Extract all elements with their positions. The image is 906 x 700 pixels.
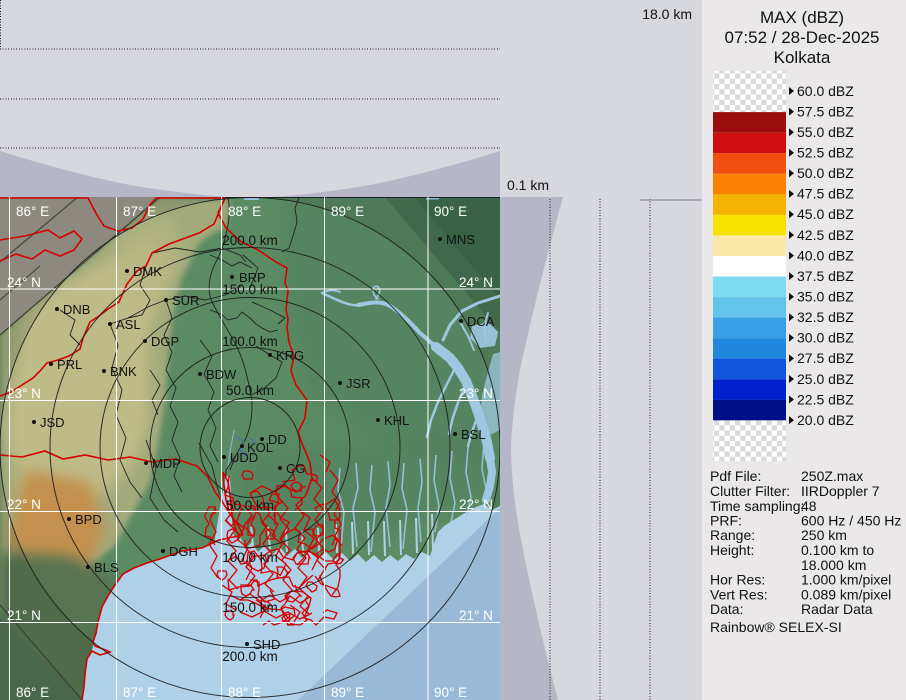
svg-text:DGP: DGP — [151, 334, 179, 349]
svg-text:21° N: 21° N — [459, 608, 493, 623]
svg-text:SUR: SUR — [172, 293, 199, 308]
svg-text:BRP: BRP — [239, 270, 266, 285]
svg-text:BSL: BSL — [461, 427, 486, 442]
svg-text:23° N: 23° N — [459, 386, 493, 401]
svg-text:0.100 km to: 0.100 km to — [801, 542, 874, 558]
svg-text:60.0 dBZ: 60.0 dBZ — [797, 83, 854, 99]
svg-text:86° E: 86° E — [16, 685, 49, 700]
svg-text:KHL: KHL — [384, 413, 409, 428]
svg-text:JSR: JSR — [346, 376, 371, 391]
svg-text:SHD: SHD — [253, 637, 280, 652]
svg-text:MNS: MNS — [446, 232, 475, 247]
svg-text:Height:: Height: — [710, 542, 754, 558]
svg-text:PRL: PRL — [57, 357, 82, 372]
svg-text:52.5 dBZ: 52.5 dBZ — [797, 145, 854, 161]
svg-text:89° E: 89° E — [331, 204, 364, 219]
svg-text:100.0 km: 100.0 km — [222, 550, 278, 565]
svg-text:87° E: 87° E — [123, 204, 156, 219]
svg-text:DNB: DNB — [63, 302, 90, 317]
svg-text:BPD: BPD — [75, 512, 102, 527]
svg-text:22.5 dBZ: 22.5 dBZ — [797, 391, 854, 407]
svg-text:55.0 dBZ: 55.0 dBZ — [797, 124, 854, 140]
svg-text:250Z.max: 250Z.max — [801, 468, 863, 484]
svg-text:20.0 dBZ: 20.0 dBZ — [797, 412, 854, 428]
svg-text:88° E: 88° E — [228, 204, 261, 219]
svg-text:1.000 km/pixel: 1.000 km/pixel — [801, 572, 891, 588]
svg-text:37.5 dBZ: 37.5 dBZ — [797, 268, 854, 284]
svg-text:BDW: BDW — [206, 367, 237, 382]
svg-text:24° N: 24° N — [459, 275, 493, 290]
svg-text:0.1 km: 0.1 km — [507, 177, 549, 193]
svg-text:42.5 dBZ: 42.5 dBZ — [797, 227, 854, 243]
svg-text:22° N: 22° N — [459, 497, 493, 512]
svg-text:50.0 km: 50.0 km — [226, 498, 274, 513]
svg-text:50.0 km: 50.0 km — [226, 383, 274, 398]
svg-text:50.0 dBZ: 50.0 dBZ — [797, 165, 854, 181]
svg-text:45.0 dBZ: 45.0 dBZ — [797, 206, 854, 222]
svg-text:BNK: BNK — [110, 364, 137, 379]
svg-text:DMK: DMK — [133, 264, 162, 279]
svg-text:25.0 dBZ: 25.0 dBZ — [797, 371, 854, 387]
svg-text:Radar Data: Radar Data — [801, 601, 873, 617]
svg-text:90° E: 90° E — [434, 204, 467, 219]
svg-text:UDD: UDD — [230, 450, 258, 465]
svg-text:22° N: 22° N — [7, 497, 41, 512]
svg-text:89° E: 89° E — [331, 685, 364, 700]
svg-text:Range:: Range: — [710, 527, 755, 543]
svg-text:86° E: 86° E — [16, 204, 49, 219]
svg-text:Pdf File:: Pdf File: — [710, 468, 761, 484]
svg-text:47.5 dBZ: 47.5 dBZ — [797, 186, 854, 202]
svg-text:250 km: 250 km — [801, 527, 847, 543]
svg-text:18.0 km: 18.0 km — [642, 6, 692, 22]
svg-text:200.0 km: 200.0 km — [222, 233, 278, 248]
svg-text:23° N: 23° N — [7, 386, 41, 401]
svg-text:90° E: 90° E — [434, 685, 467, 700]
svg-text:88° E: 88° E — [228, 685, 261, 700]
svg-text:ASL: ASL — [116, 317, 141, 332]
svg-text:21° N: 21° N — [7, 608, 41, 623]
svg-text:35.0 dBZ: 35.0 dBZ — [797, 289, 854, 305]
svg-text:KRG: KRG — [276, 348, 304, 363]
svg-text:27.5 dBZ: 27.5 dBZ — [797, 350, 854, 366]
svg-text:40.0 dBZ: 40.0 dBZ — [797, 247, 854, 263]
svg-text:DGH: DGH — [169, 544, 198, 559]
svg-text:JSD: JSD — [40, 415, 65, 430]
svg-text:Rainbow® SELEX-SI: Rainbow® SELEX-SI — [710, 619, 842, 635]
svg-text:87° E: 87° E — [123, 685, 156, 700]
svg-text:30.0 dBZ: 30.0 dBZ — [797, 330, 854, 346]
svg-text:BLS: BLS — [94, 560, 119, 575]
svg-text:MAX (dBZ): MAX (dBZ) — [760, 8, 844, 27]
svg-text:150.0 km: 150.0 km — [222, 600, 278, 615]
svg-text:Kolkata: Kolkata — [774, 48, 831, 67]
svg-text:Clutter Filter:: Clutter Filter: — [710, 483, 790, 499]
svg-text:24° N: 24° N — [7, 275, 41, 290]
svg-text:Data:: Data: — [710, 601, 743, 617]
svg-text:100.0 km: 100.0 km — [222, 334, 278, 349]
svg-text:CG: CG — [286, 461, 306, 476]
svg-text:IIRDoppler 7: IIRDoppler 7 — [801, 483, 880, 499]
svg-text:07:52 / 28-Dec-2025: 07:52 / 28-Dec-2025 — [725, 28, 880, 47]
svg-text:DCA: DCA — [467, 314, 495, 329]
svg-text:MDP: MDP — [152, 456, 181, 471]
svg-text:Hor Res:: Hor Res: — [710, 572, 765, 588]
svg-text:57.5 dBZ: 57.5 dBZ — [797, 103, 854, 119]
svg-text:32.5 dBZ: 32.5 dBZ — [797, 309, 854, 325]
